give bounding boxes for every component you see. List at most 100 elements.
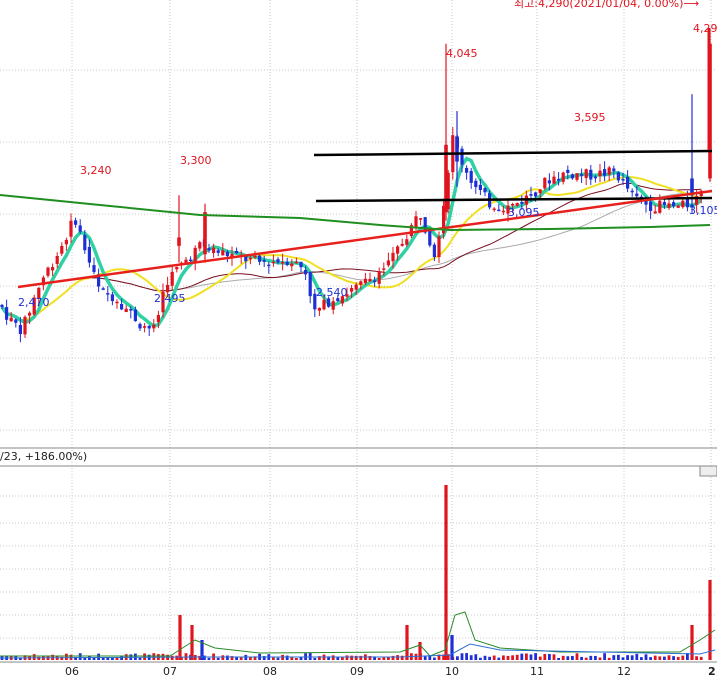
volume-bar (207, 657, 211, 660)
candle-body (547, 180, 551, 184)
candle-body (147, 325, 151, 329)
price-annotation: 3,105 (689, 204, 717, 217)
candle-body (386, 260, 390, 266)
volume-bar (221, 655, 225, 660)
volume-bar (92, 657, 96, 660)
volume-bar (708, 580, 712, 660)
candle-body (120, 303, 124, 310)
candle-body (281, 261, 285, 264)
candle-body (368, 278, 372, 282)
candle-body (653, 211, 657, 214)
price-annotation: 2,540 (316, 286, 348, 299)
price-annotation: 3,595 (574, 111, 606, 124)
volume-bar (649, 657, 652, 660)
candle-body (304, 269, 308, 275)
candle-body (55, 255, 59, 264)
candle-body (377, 271, 381, 284)
volume-bar (65, 653, 68, 660)
pane-button (699, 465, 717, 477)
volume-bar (377, 657, 381, 660)
candle-body (455, 136, 459, 162)
candle-body (235, 250, 239, 254)
candle-body (359, 281, 363, 285)
candle-body (106, 293, 110, 295)
candle-body (18, 325, 22, 335)
candle-body (432, 244, 436, 258)
candle-body (382, 268, 386, 270)
volume-bar (37, 656, 41, 660)
candle-body (9, 317, 13, 322)
volume-bar (465, 653, 468, 660)
volume-bar (433, 657, 436, 660)
candle-body (207, 248, 211, 251)
candle-body (143, 326, 147, 328)
candle-body (363, 278, 367, 284)
candle-body (396, 246, 400, 254)
ma-line-long (1, 182, 702, 321)
candle-body (428, 229, 432, 246)
candle-body (203, 212, 207, 255)
candle-body (465, 167, 469, 173)
x-tick-label: 09 (350, 665, 364, 677)
candle-body (170, 271, 174, 286)
volume-bar (138, 657, 142, 660)
volume-bar (97, 653, 100, 660)
candle-body (101, 288, 105, 290)
candle-body (14, 319, 18, 323)
volume-bar (111, 657, 114, 660)
x-tick-label: 07 (163, 665, 177, 677)
candle-body (244, 256, 248, 262)
x-tick-label: 12 (617, 665, 631, 677)
candle-body (598, 170, 602, 177)
volume-bar (299, 657, 303, 660)
volume-bar (382, 657, 386, 660)
candle-body (0, 304, 4, 308)
volume-bar (32, 654, 36, 660)
candle-body (469, 170, 473, 183)
volume-bar (170, 655, 174, 660)
candle-body (593, 176, 597, 179)
candle-body (534, 192, 538, 197)
candle-body (276, 259, 280, 263)
volume-bar (603, 653, 606, 660)
candle-body (607, 167, 611, 175)
volume-bar (690, 625, 694, 660)
candle-body (64, 239, 68, 245)
volume-bar (676, 656, 680, 660)
volume-bar (571, 656, 574, 660)
candle-body (177, 237, 181, 246)
candle-body (612, 168, 616, 171)
volume-bar (525, 653, 528, 660)
candle-body (175, 267, 179, 270)
candle-body (189, 259, 193, 262)
x-tick-label: 10 (445, 665, 459, 677)
volume-bar (120, 655, 123, 660)
volume-bar (658, 656, 662, 660)
volume-bar (621, 657, 625, 660)
volume-bar (460, 653, 464, 660)
candle-body (193, 247, 197, 263)
candle-body (681, 200, 685, 208)
volume-bar (483, 655, 487, 660)
candle-body (267, 264, 271, 267)
volume-bar (548, 653, 551, 660)
x-tick-label: 2 (708, 665, 716, 677)
volume-bar (175, 655, 179, 660)
candle-body (501, 210, 505, 213)
candle-body (635, 193, 639, 197)
price-annotation: 3,240 (80, 164, 112, 177)
candle-body (60, 245, 64, 254)
candle-body (478, 184, 482, 191)
candle-body (667, 203, 671, 208)
volume-bar (469, 655, 473, 660)
candle-body (538, 189, 542, 194)
volume-bar (134, 653, 137, 660)
candle-body (133, 309, 137, 322)
volume-bar (405, 625, 409, 660)
candle-body (419, 218, 423, 220)
volume-bar (520, 653, 524, 660)
candle-body (561, 172, 565, 182)
volume-bar (626, 655, 629, 660)
x-tick-label: 11 (530, 665, 544, 677)
candle-body (92, 265, 96, 273)
